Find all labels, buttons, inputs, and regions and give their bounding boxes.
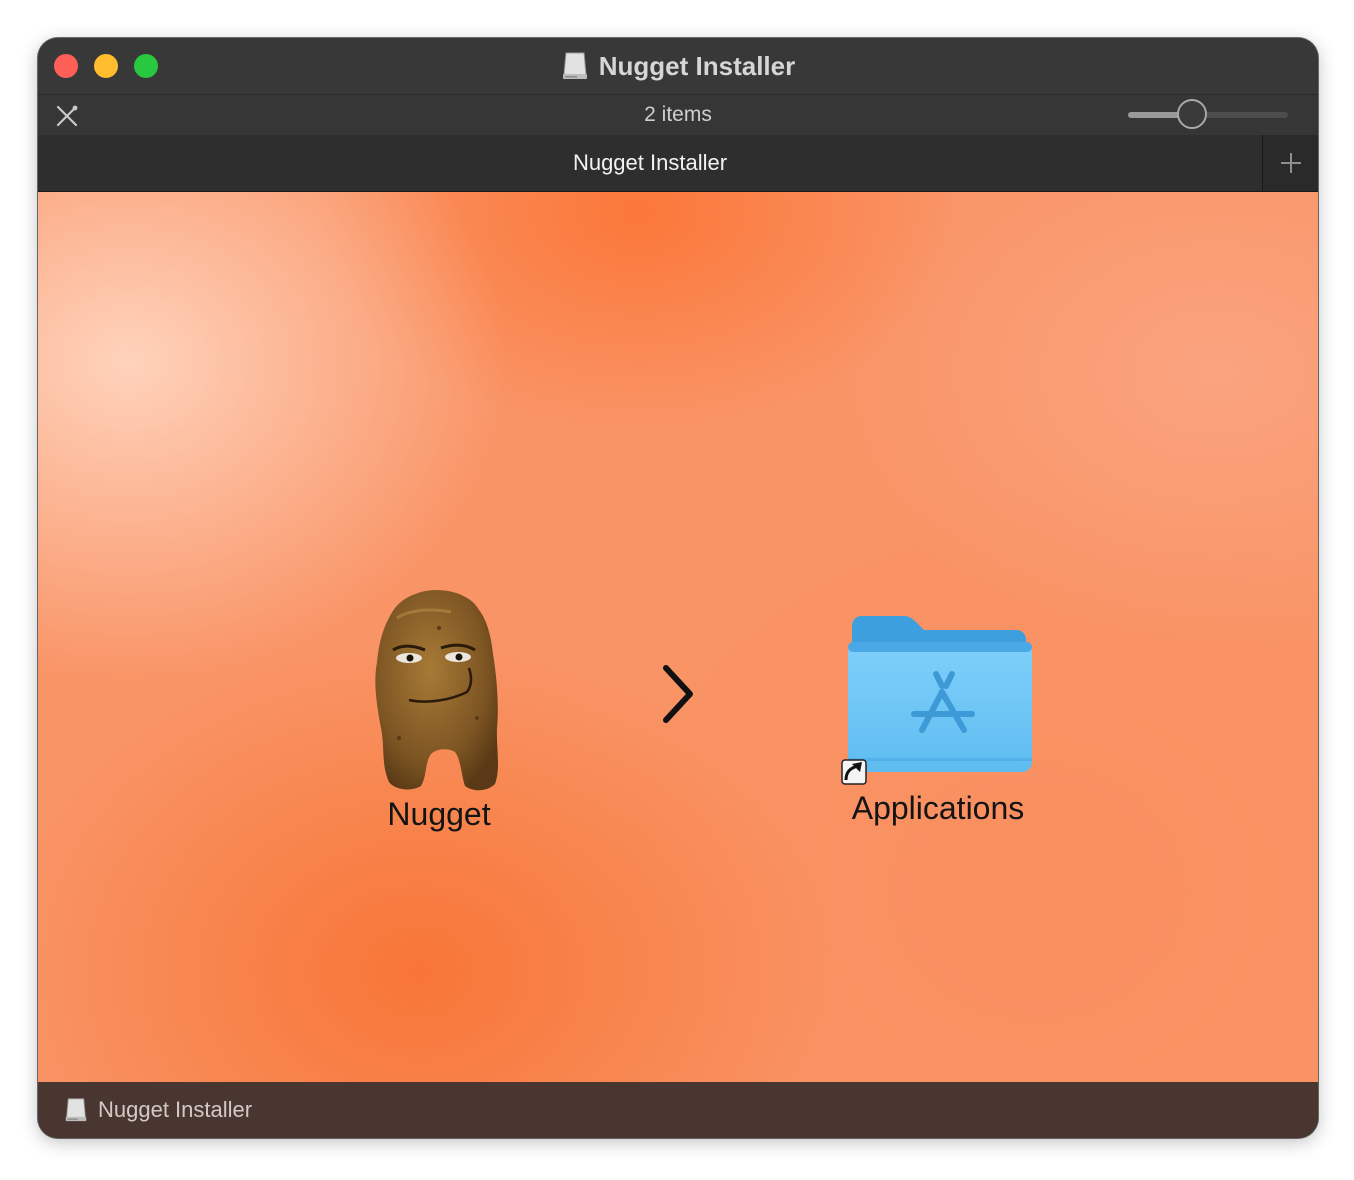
applications-folder-item[interactable]: Applications — [828, 612, 1048, 828]
installer-background: Nugget Applications — [38, 192, 1318, 1082]
applications-label: Applications — [851, 790, 1025, 826]
chevron-right-icon — [663, 665, 693, 723]
applications-folder-icon — [841, 616, 1032, 785]
status-bar: 2 items — [38, 95, 1318, 135]
finder-window: Nugget Installer 2 items Nugget Installe… — [38, 38, 1318, 1138]
disk-image-icon — [65, 1098, 87, 1122]
window-title: Nugget Installer — [598, 50, 796, 81]
nugget-label: Nugget — [387, 796, 491, 832]
plus-icon — [1280, 153, 1301, 173]
icon-size-slider[interactable] — [1128, 99, 1288, 129]
window-title-group: Nugget Installer — [38, 38, 1318, 94]
title-bar: Nugget Installer — [38, 38, 1318, 95]
nugget-app-icon — [375, 590, 499, 791]
nugget-app-item[interactable]: Nugget — [354, 588, 524, 834]
items-count: 2 items — [644, 103, 712, 126]
slider-knob[interactable] — [1177, 99, 1207, 129]
tab-nugget-installer[interactable]: Nugget Installer — [38, 135, 1262, 191]
tab-bar: Nugget Installer — [38, 135, 1318, 192]
path-bar: Nugget Installer — [38, 1082, 1318, 1138]
new-tab-button[interactable] — [1262, 135, 1318, 191]
path-bar-label[interactable]: Nugget Installer — [98, 1097, 252, 1123]
disk-image-icon — [562, 52, 587, 79]
